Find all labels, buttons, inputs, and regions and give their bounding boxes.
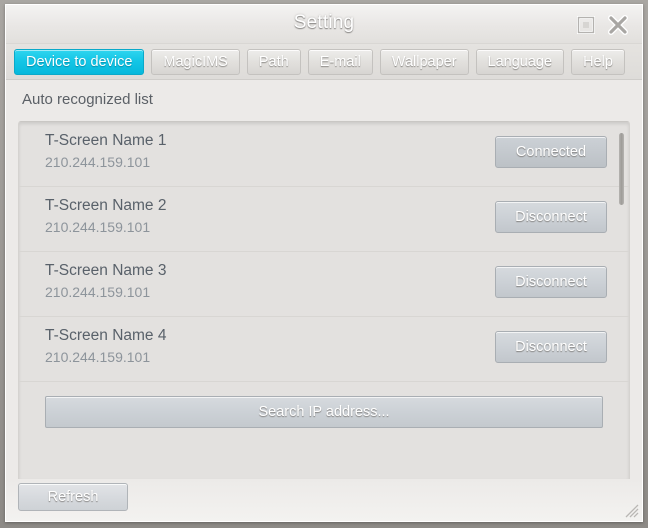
section-title: Auto recognized list: [22, 91, 153, 108]
device-ip: 210.244.159.101: [45, 154, 151, 170]
device-ip: 210.244.159.101: [45, 284, 151, 300]
search-ip-address-button[interactable]: Search IP address...: [45, 396, 603, 428]
tab-language[interactable]: Language: [475, 49, 565, 75]
table-row[interactable]: T-Screen Name 3 210.244.159.101 Disconne…: [19, 252, 629, 317]
window-title: Setting: [293, 12, 355, 33]
connection-action-button[interactable]: Disconnect: [495, 201, 607, 233]
device-name: T-Screen Name 4: [45, 327, 167, 344]
device-name: T-Screen Name 2: [45, 197, 167, 214]
tab-wallpaper[interactable]: Wallpaper: [379, 49, 469, 75]
device-ip: 210.244.159.101: [45, 219, 151, 235]
setting-window: Setting Device to device MagicIMS Path E…: [0, 0, 648, 528]
auto-recognized-list-panel: T-Screen Name 1 210.244.159.101 Connecte…: [18, 121, 630, 479]
table-row[interactable]: T-Screen Name 1 210.244.159.101 Connecte…: [19, 122, 629, 187]
tab-device-to-device[interactable]: Device to device: [14, 49, 145, 75]
window-inner: Setting Device to device MagicIMS Path E…: [5, 4, 643, 522]
close-icon[interactable]: [606, 13, 630, 37]
resize-grip-icon[interactable]: [625, 504, 639, 518]
scrollbar-thumb[interactable]: [619, 133, 624, 205]
connection-action-button[interactable]: Disconnect: [495, 266, 607, 298]
device-info: T-Screen Name 1 210.244.159.101: [45, 132, 166, 170]
device-name: T-Screen Name 3: [45, 262, 167, 279]
device-list: T-Screen Name 1 210.244.159.101 Connecte…: [19, 122, 629, 479]
device-info: T-Screen Name 3 210.244.159.101: [45, 262, 166, 300]
table-row[interactable]: T-Screen Name 2 210.244.159.101 Disconne…: [19, 187, 629, 252]
device-ip: 210.244.159.101: [45, 349, 151, 365]
tab-email[interactable]: E-mail: [307, 49, 373, 75]
tab-help[interactable]: Help: [571, 49, 625, 75]
footer-bar: Refresh: [6, 479, 642, 521]
table-row[interactable]: T-Screen Name 4 210.244.159.101 Disconne…: [19, 317, 629, 382]
connection-action-button[interactable]: Connected: [495, 136, 607, 168]
content-area: Auto recognized list T-Screen Name 1 210…: [6, 80, 642, 521]
tab-magicims[interactable]: MagicIMS: [151, 49, 240, 75]
title-bar[interactable]: Setting: [6, 5, 642, 44]
list-scrollbar[interactable]: [616, 125, 627, 476]
device-name: T-Screen Name 1: [45, 132, 167, 149]
maximize-icon[interactable]: [574, 13, 598, 37]
tab-bar: Device to device MagicIMS Path E-mail Wa…: [6, 44, 642, 80]
connection-action-button[interactable]: Disconnect: [495, 331, 607, 363]
tab-path[interactable]: Path: [246, 49, 301, 75]
device-info: T-Screen Name 2 210.244.159.101: [45, 197, 166, 235]
search-row: Search IP address...: [19, 382, 629, 448]
refresh-button[interactable]: Refresh: [18, 483, 128, 511]
device-info: T-Screen Name 4 210.244.159.101: [45, 327, 166, 365]
